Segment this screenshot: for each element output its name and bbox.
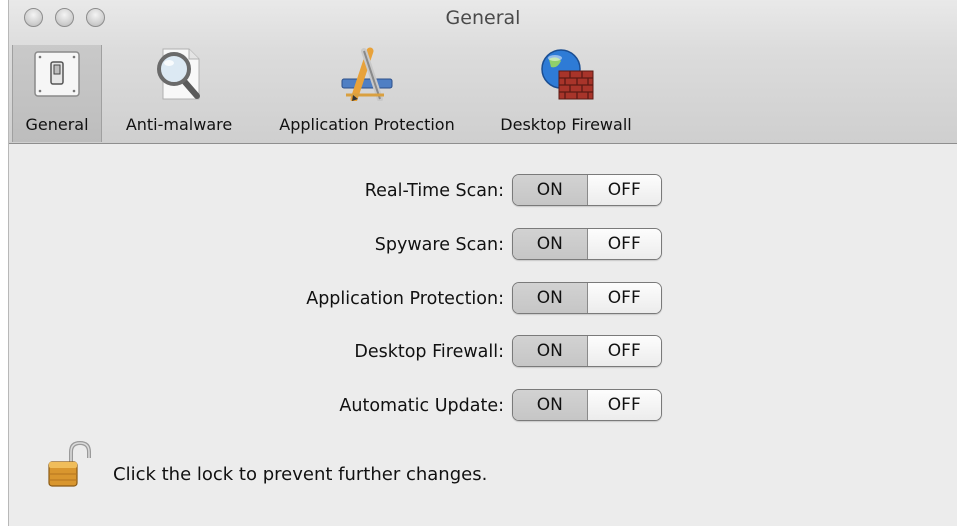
toolbar-item-general[interactable]: General [12,45,102,142]
lock-message: Click the lock to prevent further change… [113,463,488,485]
automatic-update-off-button[interactable]: OFF [587,390,661,420]
toolbar-label-application-protection: Application Protection [279,115,455,134]
real-time-scan-on-button[interactable]: ON [513,175,588,205]
setting-label-spyware-scan: Spyware Scan: [374,235,504,255]
magnifier-icon [148,48,210,100]
automatic-update-on-button[interactable]: ON [513,390,588,420]
setting-label-application-protection: Application Protection: [306,289,504,309]
title-toolbar-bar: General General Anti-malware Application… [9,0,957,144]
application-protection-toggle[interactable]: ON OFF [512,282,662,314]
desktop-firewall-toggle[interactable]: ON OFF [512,335,662,367]
switch-icon [26,49,88,99]
application-protection-on-button[interactable]: ON [513,283,588,313]
desktop-firewall-on-button[interactable]: ON [513,336,588,366]
application-protection-off-button[interactable]: OFF [587,283,661,313]
spyware-scan-off-button[interactable]: OFF [587,229,661,259]
desktop-firewall-off-button[interactable]: OFF [587,336,661,366]
toolbar-item-application-protection[interactable]: Application Protection [259,45,475,142]
toolbar-item-anti-malware[interactable]: Anti-malware [109,45,249,142]
globe-firewall-icon [535,49,597,100]
spyware-scan-on-button[interactable]: ON [513,229,588,259]
setting-row-real-time-scan: Real-Time Scan: [9,174,504,210]
app-tools-icon [336,47,398,101]
automatic-update-toggle[interactable]: ON OFF [512,389,662,421]
toolbar-label-general: General [25,115,89,134]
toolbar-label-desktop-firewall: Desktop Firewall [500,115,632,134]
setting-row-application-protection: Application Protection: [9,282,504,318]
toolbar-label-anti-malware: Anti-malware [125,115,233,134]
real-time-scan-toggle[interactable]: ON OFF [512,174,662,206]
window-title: General [445,7,521,29]
lock-area: Click the lock to prevent further change… [45,440,487,494]
spyware-scan-toggle[interactable]: ON OFF [512,228,662,260]
general-settings-pane: Real-Time Scan: ON OFF Spyware Scan: ON … [9,144,957,526]
setting-row-automatic-update: Automatic Update: [9,389,504,425]
setting-row-spyware-scan: Spyware Scan: [9,228,504,264]
setting-label-real-time-scan: Real-Time Scan: [364,181,504,201]
toolbar-item-desktop-firewall[interactable]: Desktop Firewall [484,45,648,142]
real-time-scan-off-button[interactable]: OFF [587,175,661,205]
unlocked-padlock-icon[interactable] [45,440,93,494]
setting-label-automatic-update: Automatic Update: [339,396,504,416]
setting-row-desktop-firewall: Desktop Firewall: [9,335,504,371]
setting-label-desktop-firewall: Desktop Firewall: [354,342,504,362]
preferences-window: General General Anti-malware Application… [8,0,957,526]
